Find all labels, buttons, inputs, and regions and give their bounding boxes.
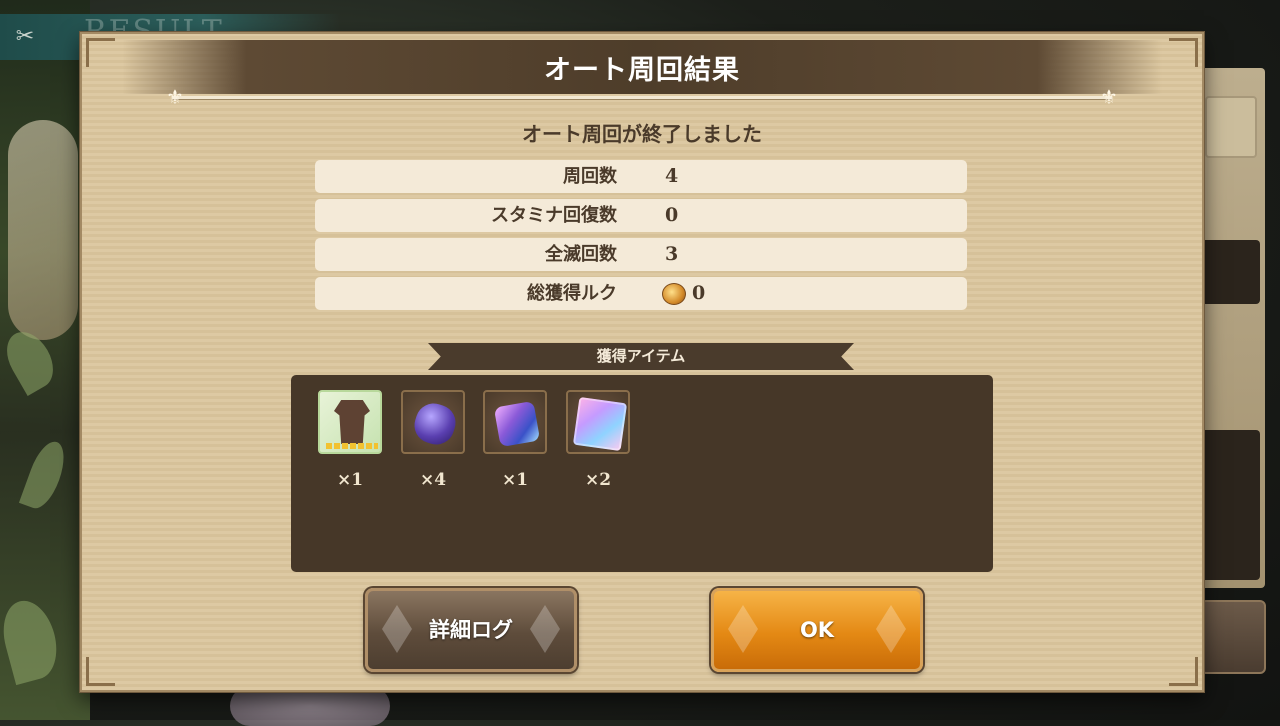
- item-slot[interactable]: ×4: [401, 390, 465, 490]
- item-slot[interactable]: ×2: [566, 390, 630, 490]
- purple-crystal-icon: [409, 398, 461, 450]
- ok-button[interactable]: OK: [711, 588, 923, 672]
- background-character: [8, 120, 78, 340]
- title-divider: [172, 96, 1112, 99]
- dialog-title: オート周回結果: [544, 55, 740, 86]
- stat-row-runs: 周回数 4: [315, 160, 967, 193]
- armor-item-icon: [334, 400, 370, 444]
- stat-value: 4: [665, 165, 679, 187]
- stat-label: 全滅回数: [545, 244, 617, 265]
- ruk-coin-icon: [662, 283, 686, 305]
- acquired-items-panel: ×1 ×4 ×1 ×2: [291, 375, 993, 572]
- item-slot[interactable]: ×1: [318, 390, 382, 490]
- item-frame: [483, 390, 547, 454]
- item-quantity: ×1: [336, 470, 364, 490]
- corner-ornament: [1169, 657, 1198, 686]
- item-frame: [401, 390, 465, 454]
- item-quantity: ×2: [584, 470, 612, 490]
- stat-label: 総獲得ルク: [527, 283, 617, 304]
- stat-label: 周回数: [563, 166, 617, 187]
- stat-value: 0: [665, 204, 679, 226]
- back-arrow-icon[interactable]: ✂: [10, 22, 40, 52]
- background-side-slot: [1200, 430, 1260, 580]
- detail-log-button[interactable]: 詳細ログ: [365, 588, 577, 672]
- acquired-items-header: 獲得アイテム: [428, 343, 854, 370]
- detail-log-label: 詳細ログ: [429, 618, 513, 642]
- background-flower: [230, 686, 390, 726]
- acquired-items-label: 獲得アイテム: [596, 347, 686, 365]
- stat-row-wipeouts: 全滅回数 3: [315, 238, 967, 271]
- stat-label: スタミナ回復数: [491, 205, 617, 226]
- auto-run-result-dialog: オート周回結果 ⚜ ⚜ オート周回が終了しました 周回数 4 スタミナ回復数 0…: [80, 32, 1204, 692]
- item-frame: [318, 390, 382, 454]
- blue-crystal-icon: [493, 400, 541, 448]
- item-frame: [566, 390, 630, 454]
- item-quantity: ×1: [501, 470, 529, 490]
- completion-message: オート周回が終了しました: [522, 122, 762, 146]
- rarity-stars: [326, 443, 378, 449]
- background-side-slot: [1200, 240, 1260, 304]
- rainbow-cube-icon: [572, 396, 628, 452]
- item-quantity: ×4: [419, 470, 447, 490]
- fleur-ornament-icon: ⚜: [1100, 85, 1118, 109]
- ok-label: OK: [799, 618, 835, 642]
- stat-row-total-ruk: 総獲得ルク 0: [315, 277, 967, 310]
- background-side-box: [1205, 96, 1257, 158]
- stat-row-stamina-recovery: スタミナ回復数 0: [315, 199, 967, 232]
- background-side-button: [1200, 600, 1266, 674]
- fleur-ornament-icon: ⚜: [166, 85, 184, 109]
- corner-ornament: [86, 657, 115, 686]
- stat-value: 3: [665, 243, 679, 265]
- item-slot[interactable]: ×1: [483, 390, 547, 490]
- stat-value: 0: [692, 282, 706, 304]
